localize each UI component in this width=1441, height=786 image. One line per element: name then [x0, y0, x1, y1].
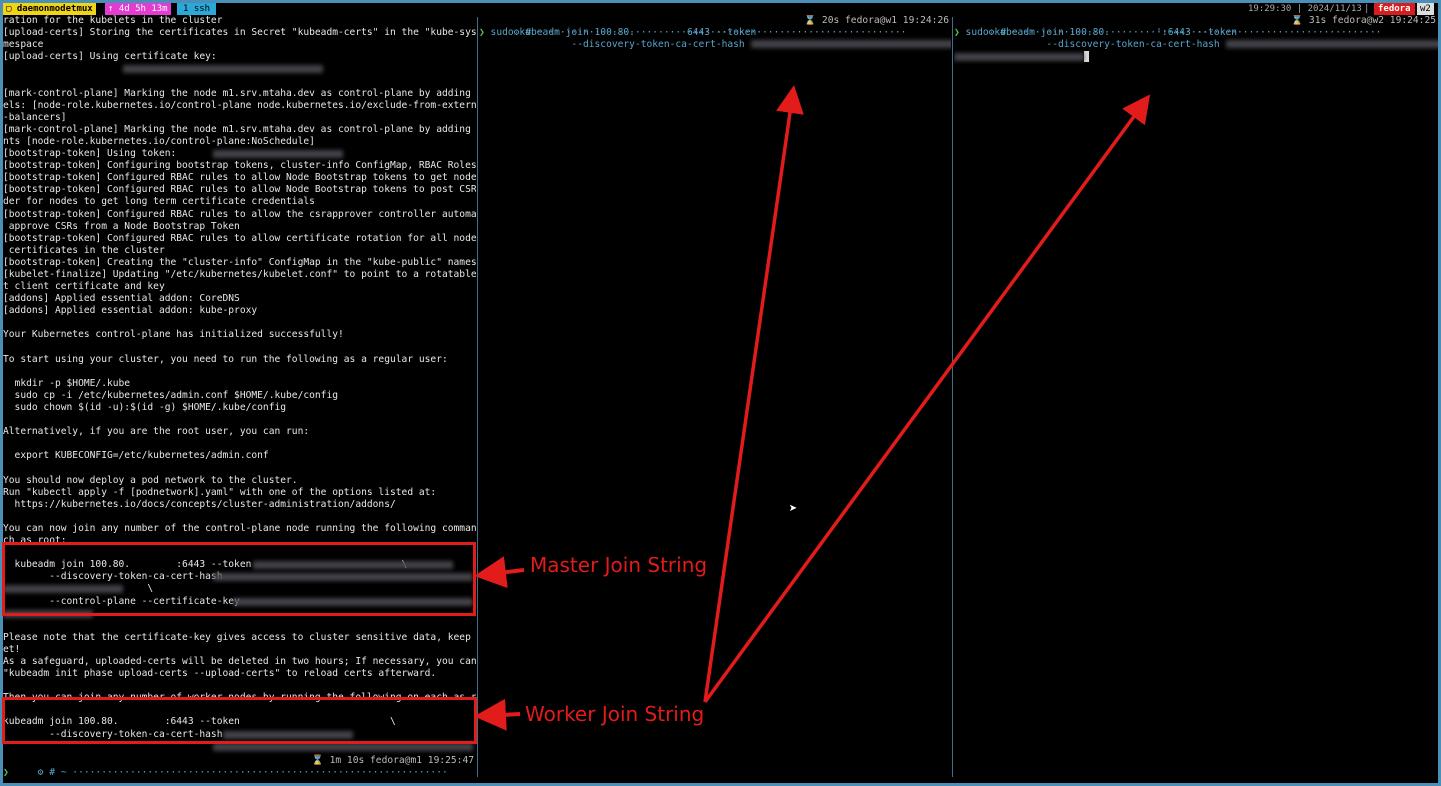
- output-line: [bootstrap-token] Configured RBAC rules …: [3, 232, 476, 244]
- worker-join-highlight: [2, 697, 477, 744]
- output-line: [bootstrap-token] Configured RBAC rules …: [3, 184, 476, 196]
- output-line: Alternatively, if you are the root user,…: [3, 426, 310, 438]
- output-line: Run "kubectl apply -f [podnetwork].yaml"…: [3, 486, 437, 498]
- command-text: --discovery-token-ca-cert-hash: [479, 39, 745, 51]
- output-line: [addons] Applied essential addon: kube-p…: [3, 305, 258, 317]
- output-line: [upload-certs] Storing the certificates …: [3, 27, 476, 39]
- pane-divider[interactable]: [477, 17, 478, 777]
- prompt-line: ⚙ # ~ ··································…: [954, 15, 1438, 38]
- output-line: [bootstrap-token] Configuring bootstrap …: [3, 160, 476, 172]
- output-line: nts [node-role.kubernetes.io/control-pla…: [3, 135, 315, 147]
- output-line: -balancers]: [3, 111, 67, 123]
- output-line: [bootstrap-token] Creating the "cluster-…: [3, 256, 476, 268]
- output-line: export KUBECONFIG=/etc/kubernetes/admin.…: [3, 450, 269, 462]
- prompt-status: ⌛ 31s fedora@w2 19:24:25: [1291, 15, 1436, 26]
- session-name[interactable]: ▢ daemonmodetmux: [3, 3, 96, 15]
- pane-master[interactable]: ration for the kubelets in the cluster [u…: [3, 15, 476, 777]
- output-line: As a safeguard, uploaded-certs will be d…: [3, 655, 476, 667]
- output-line: mespace: [3, 39, 44, 51]
- prompt-line: ⚙ # ~ ··································…: [3, 755, 476, 778]
- output-line: ration for the kubelets in the cluster: [3, 15, 223, 26]
- master-prompt[interactable]: ⚙ # ~ ··································…: [3, 755, 476, 779]
- output-line: You can now join any number of the contr…: [3, 522, 476, 534]
- output-line: [addons] Applied essential addon: CoreDN…: [3, 293, 240, 305]
- output-line: [3, 63, 476, 75]
- prompt-path: ⚙ # ~ ··································…: [988, 27, 1382, 39]
- tmux-status-bar: ▢ daemonmodetmux ↑ 4d 5h 13m 1 ssh 19:29…: [3, 3, 1438, 15]
- output-line: [bootstrap-token] Configured RBAC rules …: [3, 172, 476, 184]
- output-line: [bootstrap-token] Using token:: [3, 148, 476, 160]
- prompt-status: ⌛ 1m 10s fedora@m1 19:25:47: [311, 755, 474, 766]
- output-line: sudo cp -i /etc/kubernetes/admin.conf $H…: [3, 389, 339, 401]
- clock: 19:29:30 | 2024/11/13: [1248, 4, 1362, 14]
- master-join-label: Master Join String: [530, 553, 708, 577]
- redacted-secret: [213, 150, 343, 159]
- status-separator: |: [1364, 4, 1370, 14]
- output-line: "kubeadm init phase upload-certs --uploa…: [3, 668, 437, 680]
- output-line: [kubelet-finalize] Updating "/etc/kubern…: [3, 268, 476, 280]
- prompt-path: ⚙ # ~ ··································…: [513, 27, 907, 39]
- output-line: [upload-certs] Using certificate key:: [3, 51, 217, 63]
- command-line-2: --discovery-token-ca-cert-hash: [954, 39, 1438, 51]
- host-badge: fedora: [1374, 3, 1415, 15]
- redacted-secret: [123, 65, 323, 74]
- output-line: der for nodes to get long term certifica…: [3, 196, 315, 208]
- window-tab-w2[interactable]: w2: [1417, 3, 1434, 15]
- output-line: Please note that the certificate-key giv…: [3, 631, 476, 643]
- output-line: t client certificate and key: [3, 281, 165, 293]
- redacted-hash: [750, 40, 951, 49]
- output-line: Your Kubernetes control-plane has initia…: [3, 329, 344, 341]
- output-line: You should now deploy a pod network to t…: [3, 474, 298, 486]
- redacted-hash: [1225, 40, 1438, 49]
- window-tab-ssh[interactable]: 1 ssh: [177, 3, 217, 15]
- output-line: https://kubernetes.io/docs/concepts/clus…: [3, 498, 396, 510]
- pane-worker-2[interactable]: ⚙ # ~ ··································…: [954, 15, 1438, 777]
- master-join-highlight: [2, 542, 476, 616]
- prompt-line: ⚙ # ~ ··································…: [479, 15, 951, 38]
- output-line: els: [node-role.kubernetes.io/control-pl…: [3, 99, 476, 111]
- prompt-status: ⌛ 20s fedora@w1 19:24:26: [804, 15, 949, 26]
- command-line-2: --discovery-token-ca-cert-hash: [479, 39, 951, 51]
- output-line: [bootstrap-token] Configured RBAC rules …: [3, 208, 476, 220]
- output-line: et!: [3, 643, 21, 655]
- redacted-hash: [954, 52, 1084, 61]
- command-text: --discovery-token-ca-cert-hash: [954, 39, 1220, 51]
- pane-worker-1[interactable]: ⚙ # ~ ··································…: [479, 15, 951, 777]
- terminal-output: ration for the kubelets in the cluster [u…: [3, 15, 476, 753]
- mouse-pointer-icon: ➤: [789, 501, 798, 517]
- uptime-badge: ↑ 4d 5h 13m: [105, 3, 171, 15]
- pane-divider[interactable]: [952, 17, 953, 777]
- terminal-window: ▢ daemonmodetmux ↑ 4d 5h 13m 1 ssh 19:29…: [3, 3, 1438, 783]
- prompt-path: ⚙ # ~ ··································…: [37, 767, 448, 779]
- output-line: To start using your cluster, you need to…: [3, 353, 448, 365]
- text-cursor: [1084, 51, 1089, 63]
- output-line: [mark-control-plane] Marking the node m1…: [3, 87, 476, 99]
- output-line: [mark-control-plane] Marking the node m1…: [3, 123, 476, 135]
- output-line: certificates in the cluster: [3, 244, 165, 256]
- output-line: approve CSRs from a Node Bootstrap Token: [3, 220, 240, 232]
- output-line: mkdir -p $HOME/.kube: [3, 377, 131, 389]
- output-line: sudo chown $(id -u):$(id -g) $HOME/.kube…: [3, 402, 287, 413]
- worker-join-label: Worker Join String: [525, 702, 705, 726]
- command-line-3: [954, 51, 1438, 64]
